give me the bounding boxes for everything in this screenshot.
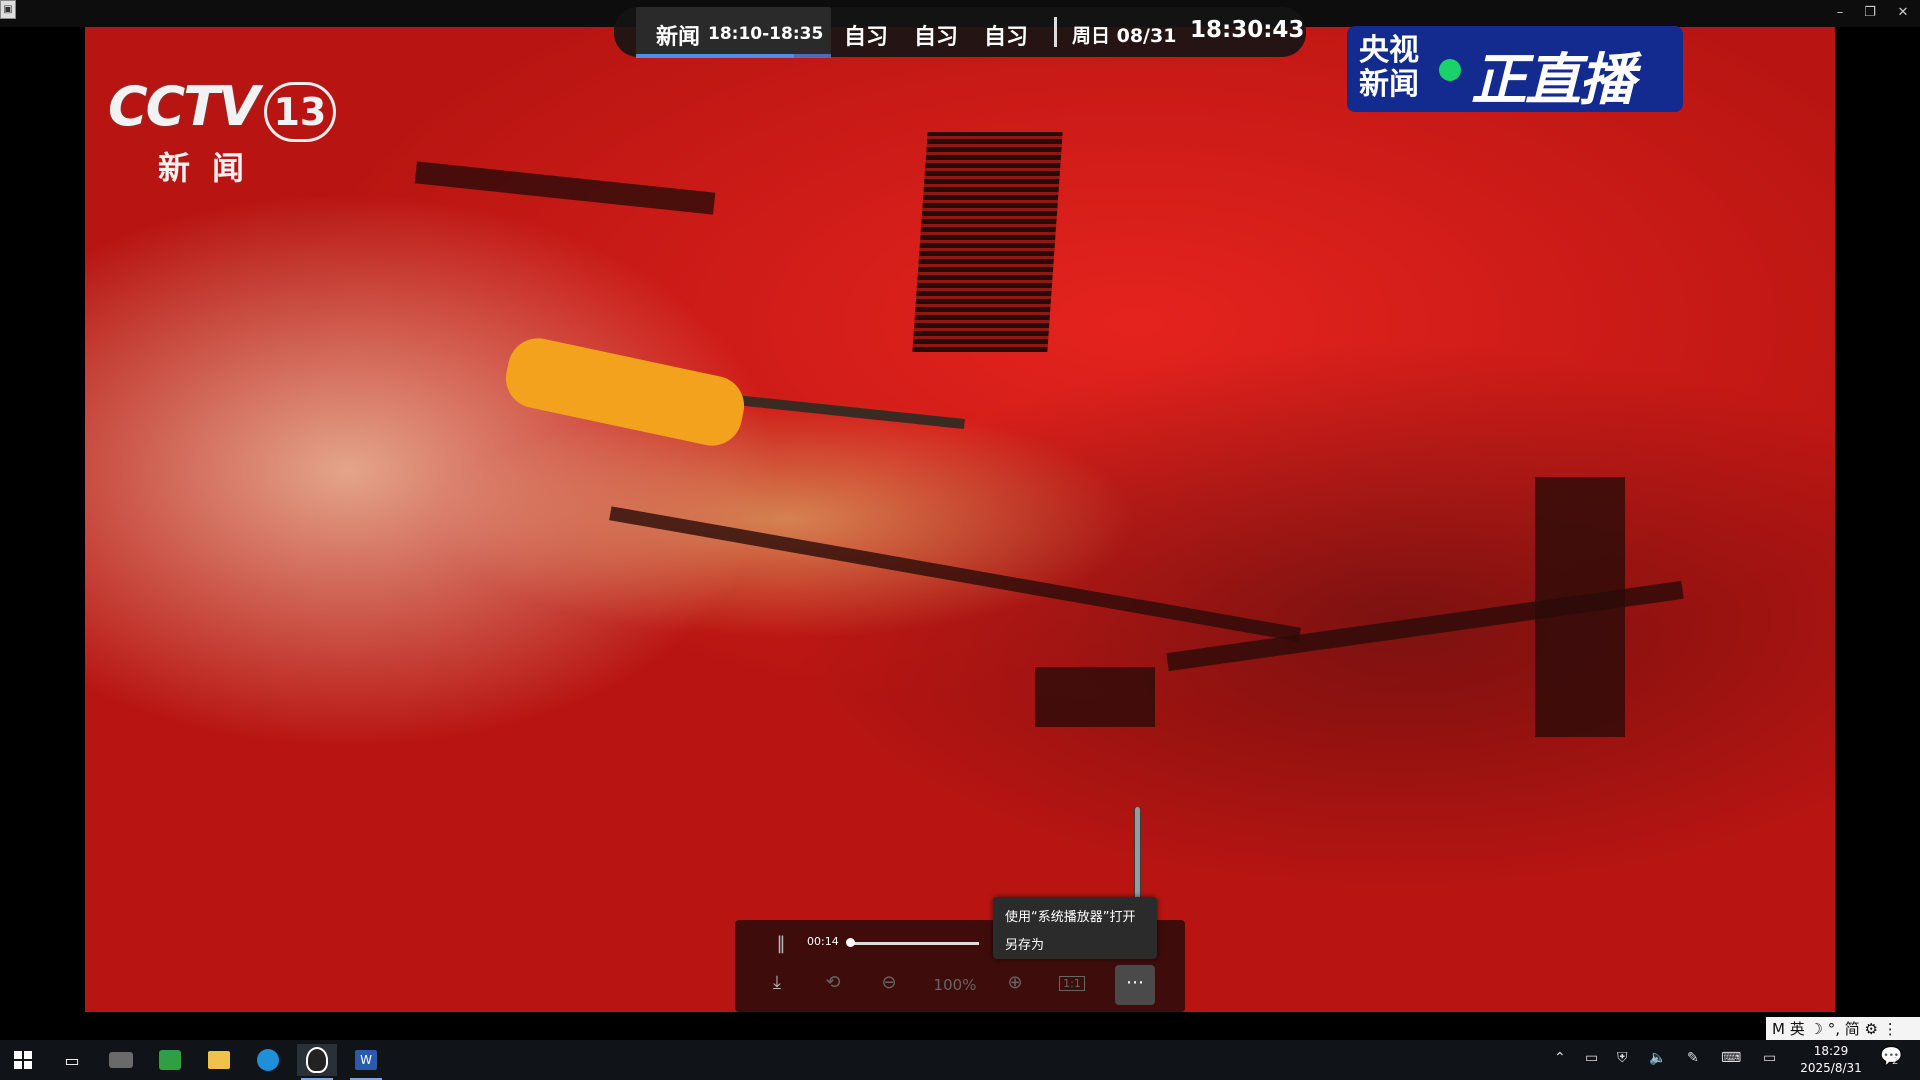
tray-app-icon[interactable]: ▭ bbox=[1585, 1050, 1598, 1066]
close-button[interactable]: ✕ bbox=[1888, 3, 1918, 23]
context-menu: 使用“系统播放器”打开 另存为 bbox=[993, 897, 1157, 959]
taskbar-clock[interactable]: 18:29 2025/8/31 bbox=[1796, 1043, 1866, 1077]
volume-slider-fill bbox=[1135, 807, 1140, 907]
video-scene-detail bbox=[1035, 667, 1155, 727]
live-badge-line2: 新闻 bbox=[1359, 67, 1419, 102]
current-program-progress bbox=[636, 54, 831, 58]
windows-start-icon[interactable] bbox=[3, 1044, 43, 1076]
rotate-icon[interactable]: ⟲ bbox=[821, 972, 845, 993]
live-badge-line1: 央视 bbox=[1359, 33, 1419, 68]
minimize-button[interactable]: – bbox=[1825, 3, 1855, 23]
live-badge-left: 央视 新闻 bbox=[1359, 34, 1419, 102]
video-scene-detail bbox=[1535, 477, 1625, 737]
ime-toolbar[interactable]: M 英 ☽ °, 简 ⚙ ⋮ bbox=[1766, 1017, 1920, 1041]
open-with-system-player-menu-item[interactable]: 使用“系统播放器”打开 bbox=[1005, 906, 1135, 925]
video-scene-detail bbox=[609, 506, 1301, 642]
current-program-time: 18:10-18:35 bbox=[708, 24, 824, 44]
channel-logo-text: CCTV bbox=[108, 75, 260, 138]
video-scene-detail bbox=[414, 161, 716, 215]
channel-number: 13 bbox=[263, 82, 336, 142]
seek-bar[interactable] bbox=[846, 938, 979, 947]
display-icon[interactable]: ▭ bbox=[1763, 1050, 1776, 1066]
pen-icon[interactable]: ✎ bbox=[1687, 1050, 1699, 1066]
ime-status-text: M 英 ☽ °, 简 ⚙ ⋮ bbox=[1772, 1020, 1898, 1038]
app-icon-2[interactable] bbox=[150, 1044, 190, 1076]
live-badge: 央视 新闻 正直播 bbox=[1347, 26, 1683, 113]
pause-icon[interactable]: ‖ bbox=[771, 933, 791, 954]
next-program-1[interactable]: 自习 bbox=[844, 19, 888, 51]
channel-logo: CCTV 13 新闻 bbox=[108, 75, 336, 187]
keyboard-icon[interactable]: ⌨ bbox=[1721, 1050, 1741, 1066]
taskbar-date: 2025/8/31 bbox=[1800, 1061, 1862, 1075]
tray-overflow-icon[interactable]: ⌃ bbox=[1554, 1050, 1566, 1066]
video-scene-detail bbox=[735, 395, 965, 429]
day-date: 周日 08/31 bbox=[1072, 25, 1177, 47]
next-program-3[interactable]: 自习 bbox=[984, 19, 1028, 51]
actual-size-button[interactable]: 1:1 bbox=[1059, 976, 1085, 991]
notification-count: 2 bbox=[1892, 1056, 1899, 1067]
zoom-level: 100% bbox=[933, 976, 977, 994]
zoom-out-icon[interactable]: ⊖ bbox=[877, 972, 901, 993]
clock: 18:30:43 bbox=[1190, 17, 1305, 43]
zoom-in-icon[interactable]: ⊕ bbox=[1003, 972, 1027, 993]
qq-icon[interactable] bbox=[297, 1044, 337, 1080]
word-icon[interactable]: W bbox=[346, 1044, 386, 1080]
seek-knob[interactable] bbox=[846, 938, 855, 947]
edge-browser-icon[interactable] bbox=[248, 1044, 288, 1076]
video-scene-detail bbox=[912, 132, 1063, 352]
live-badge-title: 正直播 bbox=[1471, 48, 1635, 113]
app-icon-1[interactable] bbox=[101, 1044, 141, 1076]
notification-icon[interactable]: 💬 2 bbox=[1880, 1046, 1902, 1067]
elapsed-time: 00:14 bbox=[807, 935, 839, 948]
program-schedule-bar: 新闻 18:10-18:35 自习 自习 自习 周日 08/31 18:30:4… bbox=[614, 7, 1306, 58]
schedule-divider bbox=[1054, 17, 1057, 47]
more-options-button[interactable]: ⋯ bbox=[1115, 965, 1155, 1005]
taskbar-time: 18:29 bbox=[1813, 1044, 1849, 1058]
save-as-menu-item[interactable]: 另存为 bbox=[1005, 934, 1044, 953]
current-program-name: 新闻 bbox=[656, 25, 701, 50]
file-explorer-icon[interactable] bbox=[199, 1044, 239, 1076]
live-indicator-dot bbox=[1439, 59, 1461, 81]
video-scene-detail bbox=[500, 332, 750, 452]
volume-icon[interactable]: 🔈 bbox=[1649, 1050, 1666, 1066]
restore-button[interactable]: ❐ bbox=[1855, 3, 1885, 23]
security-shield-icon[interactable]: ⛨ bbox=[1617, 1050, 1628, 1066]
next-program-2[interactable]: 自习 bbox=[914, 19, 958, 51]
volume-slider[interactable] bbox=[1134, 807, 1141, 907]
download-icon[interactable]: ⤓ bbox=[765, 972, 789, 993]
video-frame[interactable] bbox=[85, 27, 1835, 1012]
taskbar: ▭ W ⌃ ▭ ⛨ 🔈 ✎ ⌨ ▭ 18:29 2025/8/31 💬 2 bbox=[0, 1040, 1920, 1080]
channel-subtitle: 新闻 bbox=[158, 149, 267, 187]
app-icon: ▣ bbox=[0, 0, 16, 19]
task-view-icon[interactable]: ▭ bbox=[52, 1044, 92, 1076]
